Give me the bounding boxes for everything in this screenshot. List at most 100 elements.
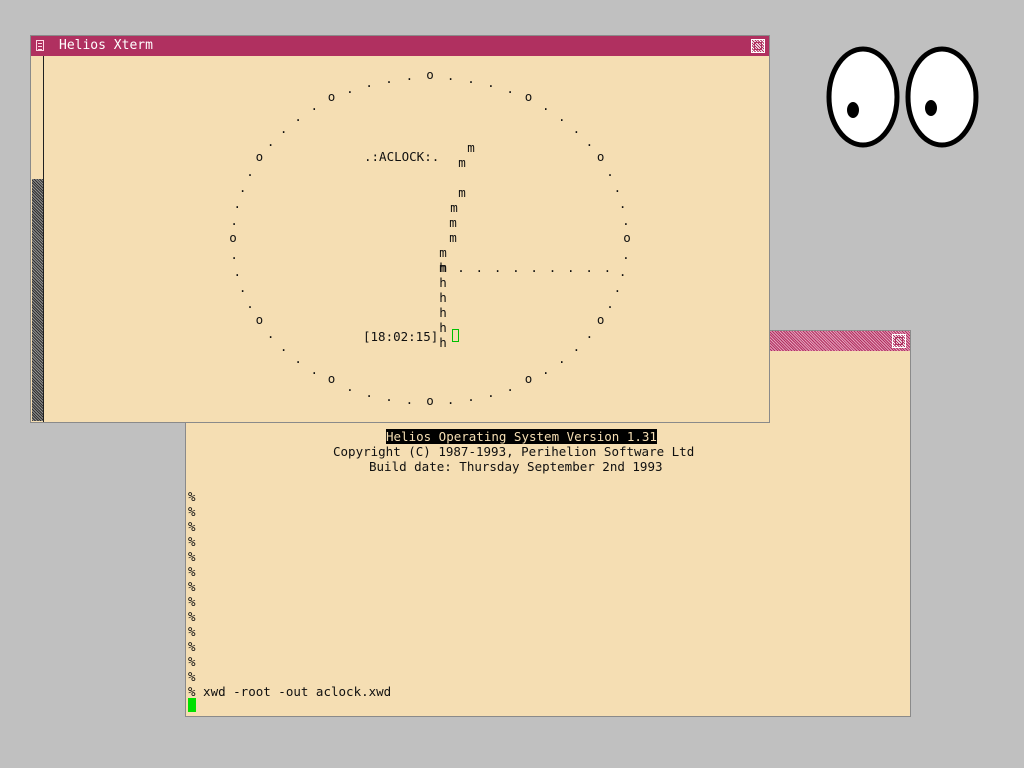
clock-minute-tick: .: [310, 361, 318, 377]
clock-second-hand: .: [548, 260, 557, 275]
prompt-line: %: [188, 609, 196, 624]
clock-hour-marker: o: [623, 230, 631, 245]
clock-minute-tick: .: [618, 196, 627, 212]
clock-minute-tick: .: [365, 74, 373, 90]
clock-hour-hand: h: [439, 305, 447, 320]
clock-minute-tick: .: [294, 351, 302, 367]
clock-minute-tick: .: [266, 134, 275, 150]
prompt-line: %: [188, 564, 196, 579]
clock-hour-hand: h: [439, 290, 447, 305]
clock-close-icon[interactable]: [751, 39, 765, 53]
prompt-line: %: [188, 624, 196, 639]
clock-minute-tick: .: [310, 98, 318, 114]
clock-minute-tick: .: [622, 247, 630, 263]
aclock-label: .:ACLOCK:.: [364, 149, 440, 164]
left-eye: [826, 46, 900, 148]
window-title: Helios Xterm: [59, 38, 153, 53]
clock-hour-marker: o: [255, 311, 264, 327]
clock-hour-hand: h: [439, 275, 447, 290]
prompt-line: %: [188, 504, 196, 519]
clock-minute-tick: .: [487, 74, 495, 90]
clock-minute-hand: m: [458, 185, 466, 200]
scrollbar-thumb[interactable]: [32, 179, 43, 421]
clock-hour-marker: o: [229, 230, 237, 245]
clock-minute-tick: .: [487, 385, 495, 401]
clock-hour-hand: h: [439, 320, 447, 335]
clock-hour-marker: o: [596, 311, 605, 327]
clock-minute-tick: .: [572, 339, 581, 355]
clock-minute-tick: .: [558, 351, 566, 367]
clock-minute-tick: .: [279, 120, 288, 136]
scrollbar[interactable]: [31, 56, 44, 422]
clock-second-hand: .: [512, 260, 520, 275]
right-eye: [905, 46, 979, 148]
banner-line-copyright: Copyright (C) 1987-1993, Perihelion Soft…: [333, 444, 695, 459]
clock-hour-marker: o: [524, 88, 533, 104]
text-cursor: [188, 698, 196, 712]
clock-hour-hand: h: [439, 335, 447, 350]
clock-minute-tick: .: [266, 325, 275, 341]
clock-minute-tick: .: [233, 263, 242, 279]
clock-minute-tick: .: [542, 98, 550, 114]
clock-minute-hand: m: [439, 245, 447, 260]
clock-minute-tick: .: [613, 179, 622, 195]
prompt-line: %: [188, 489, 196, 504]
clock-second-hand: .: [530, 260, 538, 275]
clock-minute-tick: .: [572, 120, 581, 136]
clock-minute-hand: m: [458, 155, 466, 170]
clock-hour-marker: o: [426, 393, 434, 408]
aclock-time: [18:02:15]: [363, 329, 439, 344]
clock-minute-hand: m: [449, 215, 457, 230]
prompt-line: %: [188, 669, 196, 684]
right-pupil: [925, 100, 937, 116]
clock-minute-tick: .: [622, 212, 630, 228]
clock-second-hand: .: [567, 260, 575, 275]
clock-minute-tick: .: [346, 81, 354, 97]
clock-hour-hand: h: [439, 260, 447, 275]
clock-minute-hand: m: [467, 140, 475, 155]
banner-line-build-date: Build date: Thursday September 2nd 1993: [369, 459, 663, 474]
clock-minute-tick: .: [613, 280, 622, 296]
clock-xterm-window[interactable]: Helios Xterm .:ACLOCK:. [18:02:15] o....…: [31, 36, 769, 422]
clock-minute-tick: .: [542, 361, 550, 377]
clock-hour-marker: o: [327, 371, 336, 387]
clock-minute-tick: .: [346, 378, 354, 394]
clock-minute-tick: .: [446, 392, 455, 408]
clock-minute-tick: .: [294, 108, 302, 124]
clock-minute-tick: .: [230, 212, 238, 228]
clock-minute-tick: .: [238, 280, 247, 296]
clock-minute-tick: .: [279, 339, 288, 355]
clock-titlebar[interactable]: Helios Xterm: [31, 36, 769, 56]
clock-minute-tick: .: [233, 196, 242, 212]
xeyes-icon[interactable]: [826, 46, 982, 148]
clock-minute-tick: .: [558, 108, 566, 124]
prompt-line: %: [188, 534, 196, 549]
left-pupil: [847, 102, 859, 118]
clock-second-hand: .: [475, 260, 484, 275]
prompt-line: %: [188, 639, 196, 654]
clock-minute-tick: .: [446, 67, 455, 83]
clock-minute-tick: .: [606, 163, 614, 179]
banner-line-version: Helios Operating System Version 1.31: [386, 429, 657, 444]
clock-text-cursor: [452, 329, 459, 342]
clock-minute-tick: .: [506, 378, 514, 394]
prompt-line: %: [188, 654, 196, 669]
clock-minute-hand: m: [450, 200, 458, 215]
clock-minute-tick: .: [385, 389, 393, 405]
console-close-icon[interactable]: [892, 334, 906, 348]
prompt-line: %: [188, 579, 196, 594]
window-menu-icon[interactable]: [36, 40, 44, 51]
clock-hour-marker: o: [426, 67, 434, 82]
clock-minute-tick: .: [246, 163, 254, 179]
prompt-line: %: [188, 594, 196, 609]
clock-hour-marker: o: [524, 371, 533, 387]
clock-minute-tick: .: [585, 134, 594, 150]
clock-hour-marker: o: [255, 148, 264, 164]
clock-minute-tick: .: [467, 389, 475, 405]
desktop[interactable]: Helios Operating System Version 1.31 Cop…: [0, 0, 1024, 768]
aclock-face: .:ACLOCK:. [18:02:15] o....o....o....o..…: [45, 56, 769, 422]
clock-second-hand: .: [585, 260, 593, 275]
prompt-line: %: [188, 549, 196, 564]
clock-minute-tick: .: [238, 179, 247, 195]
prompt-line: %: [188, 519, 196, 534]
